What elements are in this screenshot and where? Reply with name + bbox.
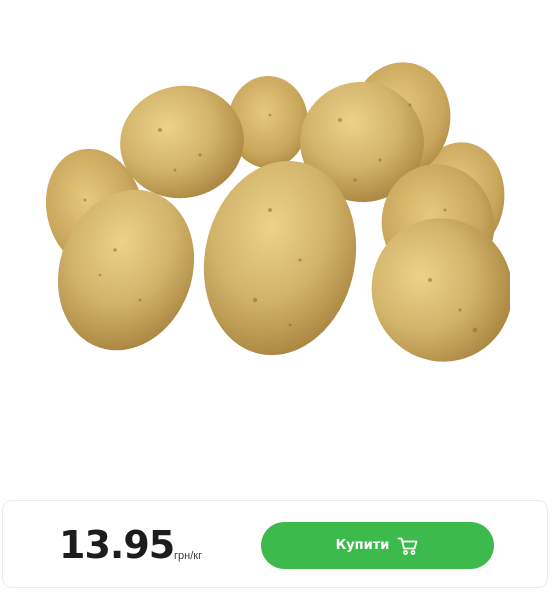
price-value: 13.95 [59, 523, 175, 567]
product-image [45, 62, 510, 362]
buy-button[interactable]: Купити [261, 522, 494, 569]
price-unit: грн/кг [174, 550, 203, 562]
price-card: 13.95 грн/кг Купити [2, 500, 548, 588]
buy-button-label: Купити [335, 538, 390, 553]
cart-icon [398, 537, 418, 555]
